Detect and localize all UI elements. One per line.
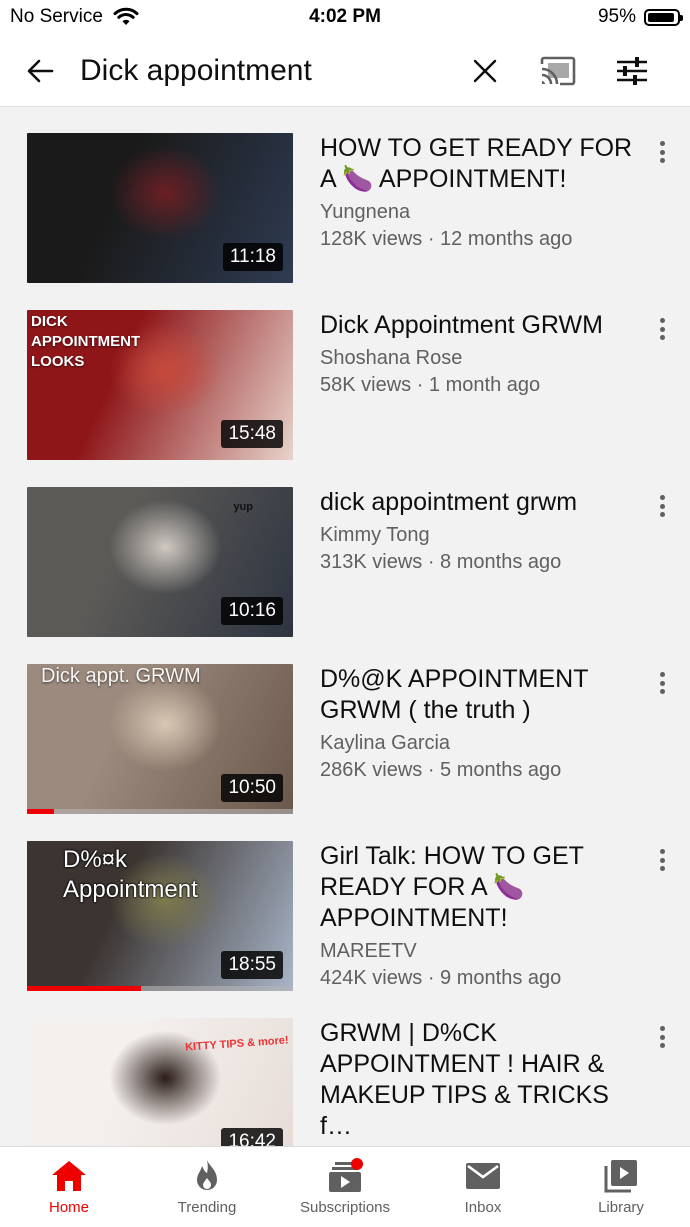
video-result[interactable]: 11:18 HOW TO GET READY FOR A 🍆 APPOINTME… — [0, 107, 690, 284]
thumbnail-caption: Dick appt. GRWM — [41, 665, 201, 687]
thumbnail-caption: DICK APPOINTMENT LOOKS — [31, 313, 141, 370]
video-thumbnail[interactable]: KITTY TIPS & more! 16:42 — [27, 1018, 293, 1147]
more-options-button[interactable] — [652, 1022, 672, 1052]
home-icon — [52, 1161, 86, 1191]
video-stats: 128K views · 12 months ago — [320, 228, 573, 250]
more-vert-icon — [659, 318, 665, 323]
video-title[interactable]: D%@K APPOINTMENT GRWM ( the truth ) — [320, 664, 645, 726]
clock: 4:02 PM — [309, 6, 381, 27]
tab-home[interactable]: Home — [0, 1147, 138, 1227]
video-duration: 10:50 — [221, 774, 283, 802]
flame-icon — [197, 1160, 217, 1190]
cast-button[interactable] — [530, 36, 586, 106]
channel-name[interactable]: Kaylina Garcia — [320, 730, 645, 757]
video-result[interactable]: D%¤k Appointment 18:55 Girl Talk: HOW TO… — [0, 815, 690, 992]
video-duration: 15:48 — [221, 420, 283, 448]
close-icon — [473, 59, 497, 83]
video-duration: 10:16 — [221, 597, 283, 625]
battery-percent: 95% — [597, 6, 636, 27]
tab-library[interactable]: Library — [552, 1147, 690, 1227]
more-vert-icon — [659, 849, 665, 854]
more-options-button[interactable] — [652, 845, 672, 875]
channel-name[interactable]: Yungnena — [320, 199, 645, 226]
more-options-button[interactable] — [652, 668, 672, 698]
battery-icon — [644, 8, 683, 26]
tab-trending[interactable]: Trending — [138, 1147, 276, 1227]
status-bar: No Service 4:02 PM 95% — [0, 0, 690, 36]
more-vert-icon — [659, 672, 665, 677]
video-thumbnail[interactable]: D%¤k Appointment 18:55 — [27, 841, 293, 991]
video-title[interactable]: HOW TO GET READY FOR A 🍆 APPOINTMENT! — [320, 133, 645, 195]
video-thumbnail[interactable]: 11:18 — [27, 133, 293, 283]
video-stats: 424K views · 9 months ago — [320, 967, 562, 989]
library-icon — [604, 1160, 637, 1193]
tab-subscriptions[interactable]: Subscriptions — [276, 1147, 414, 1227]
video-title[interactable]: GRWM | D%CK APPOINTMENT ! HAIR & MAKEUP … — [320, 1018, 645, 1142]
video-duration: 16:42 — [221, 1128, 283, 1147]
video-duration: 18:55 — [221, 951, 283, 979]
video-title[interactable]: Dick Appointment GRWM — [320, 310, 645, 341]
tab-inbox[interactable]: Inbox — [414, 1147, 552, 1227]
video-stats: 286K views · 5 months ago — [320, 759, 562, 781]
channel-name[interactable]: Shoshana Rose — [320, 345, 645, 372]
video-title[interactable]: dick appointment grwm — [320, 487, 645, 518]
thumbnail-caption: yup — [233, 501, 253, 513]
video-result[interactable]: KITTY TIPS & more! 16:42 GRWM | D%CK APP… — [0, 992, 690, 1147]
search-header: Dick appointment — [0, 36, 690, 107]
more-options-button[interactable] — [652, 137, 672, 167]
watch-progress-bar — [27, 986, 142, 991]
video-thumbnail[interactable]: DICK APPOINTMENT LOOKS 15:48 — [27, 310, 293, 460]
back-arrow-icon — [27, 59, 54, 83]
search-input[interactable]: Dick appointment — [80, 36, 312, 106]
search-results: 11:18 HOW TO GET READY FOR A 🍆 APPOINTME… — [0, 107, 690, 1147]
video-result[interactable]: yup 10:16 dick appointment grwm Kimmy To… — [0, 461, 690, 638]
more-options-button[interactable] — [652, 314, 672, 344]
filter-sliders-icon — [617, 57, 647, 85]
tab-subscriptions-label: Subscriptions — [299, 1199, 391, 1216]
video-duration: 11:18 — [222, 243, 283, 271]
video-title[interactable]: Girl Talk: HOW TO GET READY FOR A 🍆 APPO… — [320, 841, 645, 934]
video-thumbnail[interactable]: Dick appt. GRWM 10:50 — [27, 664, 293, 814]
subscriptions-icon — [329, 1158, 363, 1192]
bottom-navigation: Home Trending Subscriptions Inbox Librar… — [0, 1146, 690, 1227]
video-stats: 313K views · 8 months ago — [320, 551, 562, 573]
more-options-button[interactable] — [652, 491, 672, 521]
clear-search-button[interactable] — [457, 36, 513, 106]
watch-progress-bar — [27, 809, 54, 814]
back-button[interactable] — [12, 36, 68, 106]
channel-name[interactable]: MAREETV — [320, 938, 645, 965]
tab-library-label: Library — [598, 1199, 644, 1216]
video-thumbnail[interactable]: yup 10:16 — [27, 487, 293, 637]
tab-inbox-label: Inbox — [464, 1199, 502, 1216]
tab-trending-label: Trending — [177, 1199, 237, 1216]
thumbnail-caption: D%¤k Appointment — [63, 846, 198, 903]
tab-home-label: Home — [48, 1199, 89, 1216]
mail-icon — [466, 1163, 500, 1189]
watch-progress-track — [27, 809, 293, 814]
cast-icon — [540, 56, 576, 86]
video-result[interactable]: Dick appt. GRWM 10:50 D%@K APPOINTMENT G… — [0, 638, 690, 815]
more-vert-icon — [659, 1026, 665, 1031]
video-result[interactable]: DICK APPOINTMENT LOOKS 15:48 Dick Appoin… — [0, 284, 690, 461]
more-vert-icon — [659, 495, 665, 500]
more-vert-icon — [659, 141, 665, 146]
channel-name[interactable]: Kimmy Tong — [320, 522, 645, 549]
filter-button[interactable] — [604, 36, 660, 106]
video-stats: 58K views · 1 month ago — [320, 374, 541, 396]
